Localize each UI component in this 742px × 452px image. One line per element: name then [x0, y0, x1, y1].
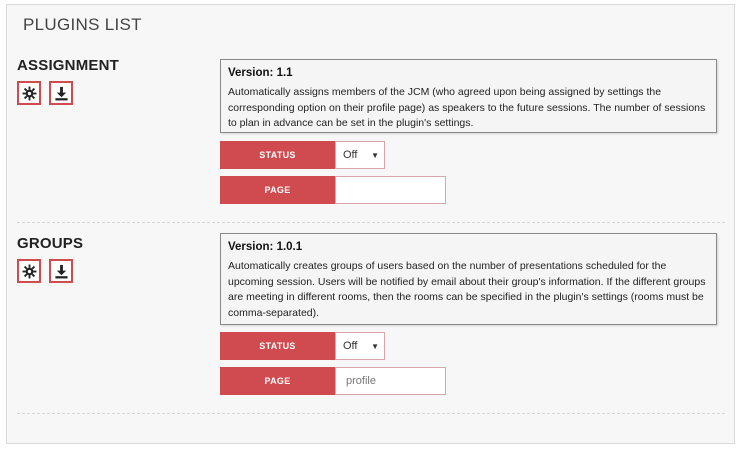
plugin-name: ASSIGNMENT	[17, 57, 120, 74]
plugin-description: Automatically assigns members of the JCM…	[228, 86, 706, 129]
status-select[interactable]: Off ▼	[335, 332, 385, 360]
page-input[interactable]	[335, 176, 446, 204]
download-icon	[54, 264, 68, 278]
page-input[interactable]: profile	[335, 367, 446, 395]
status-label: STATUS	[220, 332, 335, 360]
plugin-version: Version: 1.0.1	[228, 241, 303, 253]
plugin-description-box: Version: 1.1 Automatically assigns membe…	[220, 59, 717, 133]
gear-icon	[22, 264, 36, 278]
plugin-divider	[17, 222, 725, 223]
status-label: STATUS	[220, 141, 335, 169]
page-label: PAGE	[220, 367, 335, 395]
plugins-panel: PLUGINS LIST ASSIGNMENT Version: 1.1 Aut…	[6, 4, 735, 444]
status-select[interactable]: Off ▼	[335, 141, 385, 169]
plugin-version: Version: 1.1	[228, 67, 293, 79]
status-value: Off	[343, 340, 358, 352]
plugin-divider	[17, 413, 725, 414]
status-value: Off	[343, 149, 358, 161]
caret-down-icon: ▼	[371, 342, 379, 351]
download-icon	[54, 86, 68, 100]
plugin-settings-button[interactable]	[17, 81, 41, 105]
page-label: PAGE	[220, 176, 335, 204]
plugin-install-button[interactable]	[49, 259, 73, 283]
caret-down-icon: ▼	[371, 151, 379, 160]
plugin-description: Automatically creates groups of users ba…	[228, 260, 706, 319]
plugin-description-box: Version: 1.0.1 Automatically creates gro…	[220, 233, 717, 325]
plugin-settings-button[interactable]	[17, 259, 41, 283]
plugin-name: GROUPS	[17, 235, 84, 252]
plugin-install-button[interactable]	[49, 81, 73, 105]
gear-icon	[22, 86, 36, 100]
panel-title: PLUGINS LIST	[23, 15, 142, 34]
